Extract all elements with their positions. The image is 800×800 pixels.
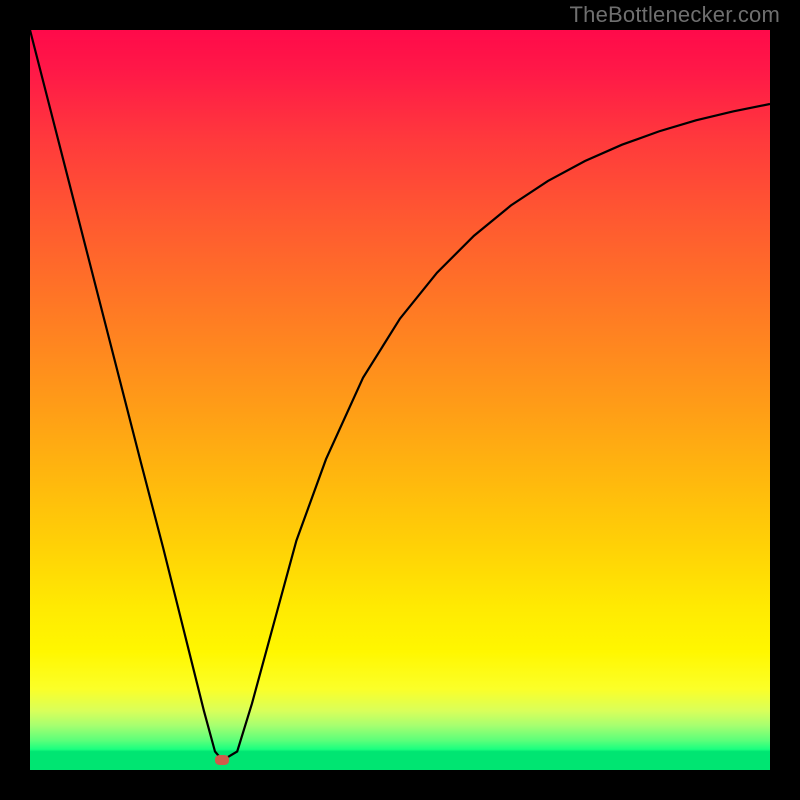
min-marker [215, 755, 229, 765]
plot-area [30, 30, 770, 770]
curve-path [30, 30, 770, 760]
chart-frame: TheBottlenecker.com [0, 0, 800, 800]
watermark-text: TheBottlenecker.com [570, 2, 780, 28]
bottleneck-curve [30, 30, 770, 770]
